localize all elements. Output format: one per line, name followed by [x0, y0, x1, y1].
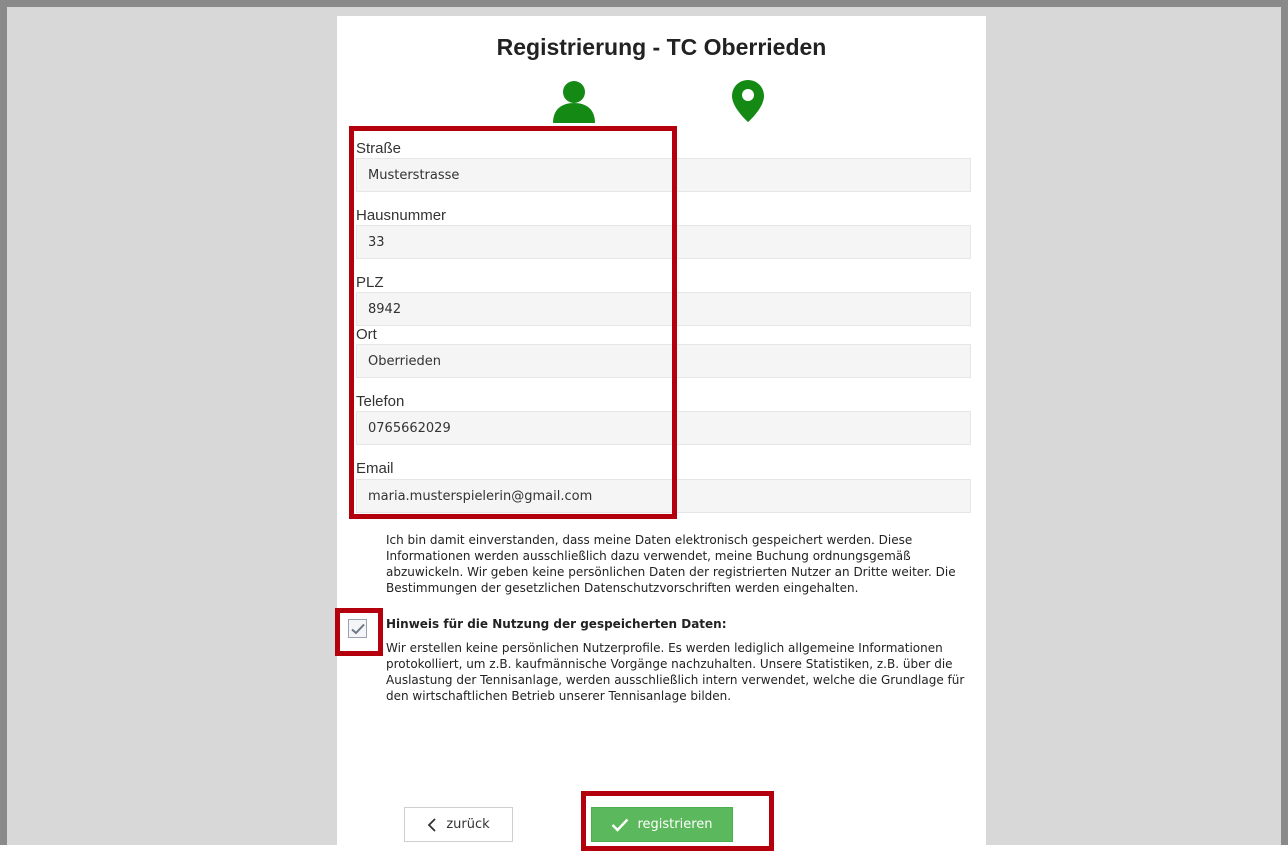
registration-panel: Registrierung - TC Oberrieden Straße Hau… — [335, 16, 986, 851]
email-input[interactable] — [356, 479, 971, 513]
data-usage-note-title: Hinweis für die Nutzung der gespeicherte… — [386, 617, 727, 631]
checkmark-icon — [350, 623, 365, 634]
check-icon — [612, 818, 629, 832]
postal-code-label: PLZ — [356, 274, 384, 291]
data-usage-note-text: Wir erstellen keine persönlichen Nutzerp… — [386, 641, 965, 703]
register-button-label: registrieren — [637, 817, 713, 832]
consent-text: Ich bin damit einverstanden, dass meine … — [386, 533, 956, 595]
city-input[interactable] — [356, 344, 971, 378]
postal-code-input[interactable] — [356, 292, 971, 326]
city-label: Ort — [356, 326, 377, 343]
phone-label: Telefon — [356, 393, 405, 410]
house-number-label: Hausnummer — [356, 207, 447, 224]
house-number-input[interactable] — [356, 225, 971, 259]
back-button-label: zurück — [446, 817, 490, 832]
back-button[interactable]: zurück — [404, 807, 513, 842]
phone-input[interactable] — [356, 411, 971, 445]
map-marker-icon — [731, 79, 765, 127]
street-label: Straße — [356, 140, 402, 157]
register-button[interactable]: registrieren — [591, 807, 733, 842]
email-label: Email — [356, 460, 394, 477]
page-title: Registrierung - TC Oberrieden — [496, 34, 827, 60]
chevron-left-icon — [428, 817, 436, 832]
user-icon — [552, 80, 596, 127]
consent-checkbox[interactable] — [348, 619, 367, 638]
street-input[interactable] — [356, 158, 971, 192]
